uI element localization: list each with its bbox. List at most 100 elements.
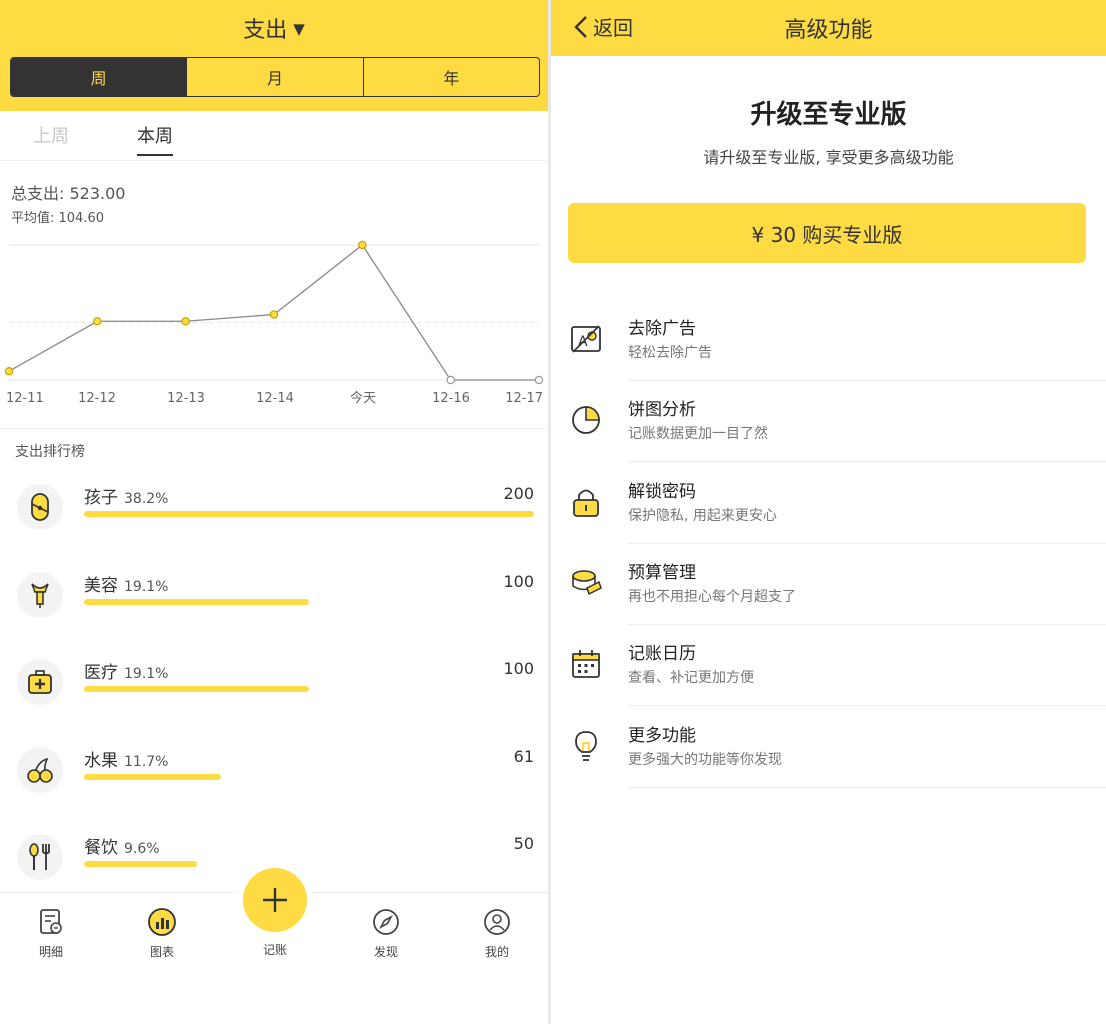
category-name: 餐饮: [84, 838, 118, 858]
tab-charts-label: 图表: [149, 945, 174, 959]
x-tick-label: 12-12: [78, 391, 116, 406]
tab-mine[interactable]: 我的: [467, 907, 527, 960]
feature-description: 再也不用担心每个月超支了: [628, 588, 796, 605]
ranking-category: 餐饮 9.6%: [84, 833, 160, 858]
ranking-category: 美容 19.1%: [84, 571, 168, 596]
tab-charts[interactable]: 图表: [132, 907, 192, 960]
type-selector[interactable]: 支出 ▼: [0, 12, 548, 44]
tab-details-label: 明细: [38, 945, 63, 959]
category-amount: 61: [513, 746, 534, 766]
category-percent: 9.6%: [124, 841, 160, 857]
feature-item[interactable]: A 去除广告轻松去除广告: [551, 300, 1106, 381]
ranking-item[interactable]: 美容 19.1% 100: [0, 566, 548, 626]
x-tick-label: 12-14: [256, 391, 294, 406]
feature-name: 更多功能: [628, 725, 696, 746]
medical-kit-icon: [17, 659, 63, 705]
ranking-item[interactable]: 医疗 19.1% 100: [0, 653, 548, 713]
period-segmented-control: 周 月 年: [10, 57, 540, 97]
category-bar-fill: [84, 511, 534, 517]
category-bar-fill: [84, 598, 309, 605]
ranking-item[interactable]: 水果 11.7% 61: [0, 741, 548, 801]
add-record-button[interactable]: [243, 868, 307, 932]
feature-description: 查看、补记更加方便: [628, 670, 754, 687]
segment-year[interactable]: 年: [362, 58, 539, 96]
feature-description: 轻松去除广告: [628, 345, 712, 361]
total-expense: 总支出: 523.00: [11, 184, 126, 203]
feature-name: 去除广告: [628, 319, 696, 339]
feature-item[interactable]: 饼图分析 记账数据更加一目了然: [551, 381, 1106, 463]
category-bar: [84, 686, 534, 692]
category-amount: 200: [503, 484, 534, 503]
divider: [0, 160, 548, 161]
category-bar-fill: [84, 686, 309, 692]
data-point[interactable]: [93, 317, 102, 326]
feature-item[interactable]: 预算管理再也不用担心每个月超支了: [551, 544, 1106, 625]
segment-month[interactable]: 月: [186, 58, 362, 96]
feature-name: 记账日历: [628, 644, 696, 665]
tab-details[interactable]: 明细: [21, 907, 81, 960]
x-tick-label: 12-16: [432, 391, 470, 406]
ranking-item[interactable]: 孩子 38.2% 200: [0, 478, 548, 538]
tab-last-week[interactable]: 上周: [33, 122, 69, 148]
cherry-icon: [17, 746, 63, 793]
baby-icon: [17, 484, 63, 530]
pie-chart-icon: [569, 403, 603, 437]
ranking-title: 支出排行榜: [15, 444, 85, 460]
data-point[interactable]: [269, 310, 279, 319]
category-amount: 50: [513, 834, 534, 853]
chart-header: 支出 ▼ 周 月 年: [0, 0, 548, 111]
feature-name: 解锁密码: [628, 481, 696, 502]
category-bar-fill: [84, 861, 197, 867]
category-percent: 11.7%: [124, 753, 169, 770]
feature-name: 饼图分析: [628, 400, 696, 421]
data-point[interactable]: [4, 367, 14, 376]
category-name: 美容: [84, 575, 118, 596]
charts-icon: [148, 908, 176, 936]
pro-subtitle: 请升级至专业版, 享受更多高级功能: [703, 148, 954, 167]
category-bar: [84, 598, 534, 605]
caret-down-icon: ▼: [293, 20, 305, 38]
add-record-label: 记账: [262, 943, 287, 957]
type-selector-label: 支出: [243, 18, 288, 43]
divider: [0, 428, 548, 429]
cutlery-icon: [17, 834, 63, 880]
no-ads-icon: A: [569, 322, 603, 356]
feature-item[interactable]: 解锁密码 保护隐私, 用起来更安心: [551, 463, 1106, 544]
data-point[interactable]: [446, 375, 455, 385]
x-tick-label: 今天: [350, 390, 376, 406]
feature-name: 预算管理: [628, 562, 696, 583]
ranking-category: 孩子 38.2%: [84, 483, 168, 508]
category-name: 孩子: [84, 488, 118, 508]
data-point[interactable]: [534, 375, 544, 385]
data-point[interactable]: [358, 240, 367, 250]
tab-this-week[interactable]: 本周: [137, 122, 173, 156]
segment-week[interactable]: 周: [11, 58, 187, 96]
expense-line-chart: 12-11 12-12 12-13 12-14 今天 12-16 12-17: [4, 240, 544, 406]
category-bar: [84, 773, 534, 780]
tab-discover[interactable]: 发现: [356, 907, 416, 960]
chart-screen: 支出 ▼ 周 月 年 上周 本周 总支出: 523.00 平均值: 104.60 …: [0, 0, 548, 1024]
lipstick-icon: [17, 571, 63, 618]
category-bar-fill: [84, 773, 222, 780]
plus-icon: [263, 888, 287, 912]
page-title: 高级功能: [784, 18, 873, 43]
feature-item[interactable]: 更多功能 更多强大的功能等你发现: [551, 707, 1106, 788]
compass-icon: [373, 909, 399, 935]
pro-title: 升级至专业版: [750, 100, 907, 130]
premium-header: 返回 高级功能: [551, 0, 1106, 56]
category-bar: [84, 861, 534, 867]
details-icon: [40, 909, 62, 934]
feature-item[interactable]: 记账日历查看、补记更加方便: [551, 625, 1106, 707]
data-point[interactable]: [181, 317, 190, 326]
category-amount: 100: [503, 571, 534, 591]
tab-discover-label: 发现: [373, 945, 398, 959]
category-percent: 19.1%: [124, 666, 169, 682]
category-percent: 19.1%: [124, 578, 169, 595]
lightbulb-icon: [569, 729, 603, 763]
premium-screen: 返回 高级功能 升级至专业版 请升级至专业版, 享受更多高级功能 ¥ 30 购买…: [551, 0, 1106, 1024]
divider: [628, 786, 1106, 788]
ranking-category: 水果 11.7%: [84, 746, 168, 771]
category-bar: [84, 511, 534, 517]
average-expense: 平均值: 104.60: [11, 211, 104, 226]
buy-pro-button[interactable]: ¥ 30 购买专业版: [568, 203, 1086, 263]
